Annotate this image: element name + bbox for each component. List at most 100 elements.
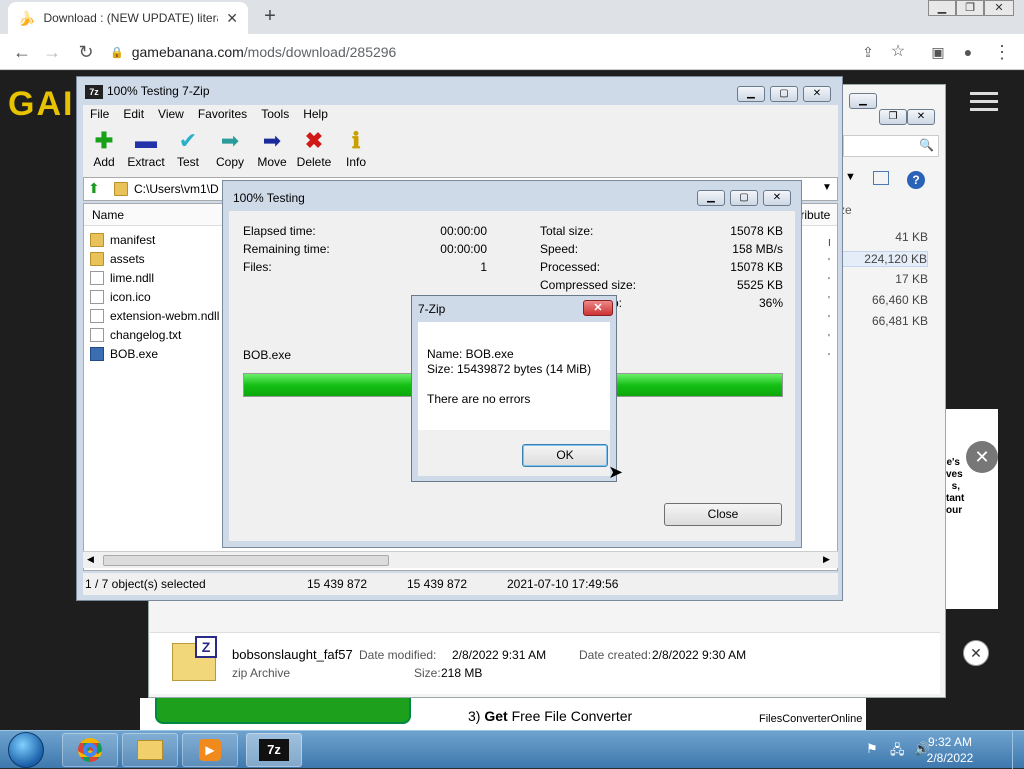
close-window-icon[interactable]: ✕ (984, 0, 1014, 16)
side-ad-line: e's (946, 457, 960, 468)
modified-value: 2/8/2022 9:31 AM (452, 648, 547, 662)
menu-view[interactable]: View (151, 105, 191, 123)
created-value: 2/8/2022 9:30 AM (652, 648, 747, 662)
preview-pane-icon[interactable] (873, 171, 889, 185)
chrome-logo-icon (78, 738, 102, 762)
hamburger-menu-icon[interactable] (970, 89, 998, 113)
network-icon[interactable]: 🖧 (890, 741, 905, 763)
explorer-close-icon[interactable]: ✕ (907, 109, 935, 125)
explorer-taskbar-icon[interactable] (122, 733, 178, 767)
message-box: 7-Zip ✕ Name: BOB.exe Size: 15439872 byt… (411, 295, 617, 482)
status-size: 15 439 872 (307, 577, 368, 591)
file-icon (90, 270, 104, 285)
file-icon (90, 308, 104, 323)
share-icon[interactable]: ⇪ (858, 42, 878, 62)
path-dropdown-icon[interactable]: ▼ (822, 182, 832, 193)
window-title: 100% Testing 7-Zip (107, 84, 210, 98)
file-size: 66,481 KB (871, 314, 928, 328)
zip-minimize-icon[interactable]: ▁ (737, 86, 765, 102)
explorer-size-column: 41 KB 224,120 KB 17 KB 66,460 KB 66,481 … (838, 200, 938, 620)
dialog-maximize-icon[interactable]: ▢ (730, 190, 758, 206)
list-item[interactable]: icon.ico (90, 287, 151, 306)
media-player-taskbar-icon[interactable]: ▶ (182, 733, 238, 767)
processed-value: 15078 KB (730, 260, 783, 274)
side-ad-line: tant (946, 493, 965, 504)
browser-tab[interactable]: 🍌 Download : (NEW UPDATE) litera ✕ (8, 2, 248, 34)
list-item[interactable]: BOB.exe (90, 344, 158, 363)
back-icon[interactable]: ← (12, 42, 32, 62)
menu-bar: File Edit View Favorites Tools Help (83, 105, 838, 125)
message-result: There are no errors (427, 392, 531, 406)
name-column-header[interactable]: Name (92, 208, 124, 222)
url-field[interactable]: 🔒 gamebanana.com/mods/download/285296 (110, 40, 830, 64)
view-dropdown-icon[interactable]: ▼ (845, 171, 856, 183)
elapsed-value: 00:00:00 (440, 224, 487, 238)
new-tab-button[interactable]: + (258, 4, 282, 28)
close-button[interactable]: Close (664, 503, 782, 526)
modified-label: Date modified: (359, 648, 437, 662)
explorer-restore-icon[interactable]: ❐ (879, 109, 907, 125)
menu-help[interactable]: Help (296, 105, 335, 123)
message-title: 7-Zip (418, 302, 446, 316)
files-value: 1 (480, 260, 487, 274)
zip-maximize-icon[interactable]: ▢ (770, 86, 798, 102)
scroll-left-icon[interactable]: ◀ (87, 554, 94, 565)
message-button-area: OK (418, 430, 610, 476)
green-download-ad-button[interactable] (155, 698, 411, 724)
menu-icon[interactable]: ⋮ (992, 42, 1012, 62)
overlay-close-icon[interactable]: ✕ (963, 640, 989, 666)
reload-icon[interactable]: ↻ (76, 42, 96, 62)
action-center-icon[interactable]: ⚑ (866, 741, 878, 757)
chrome-taskbar-icon[interactable] (62, 733, 118, 767)
list-item[interactable]: assets (90, 249, 145, 268)
side-ad-line: our (946, 505, 963, 516)
play-icon: ▶ (199, 739, 221, 761)
file-type: zip Archive (232, 666, 291, 680)
attributes-column-header[interactable]: tribute (797, 208, 830, 222)
close-tab-icon[interactable]: ✕ (226, 10, 238, 27)
message-size: Size: 15439872 bytes (14 MiB) (427, 362, 592, 376)
scroll-thumb[interactable] (103, 555, 389, 566)
ok-button[interactable]: OK (522, 444, 608, 467)
profile-icon[interactable]: ● (958, 42, 978, 62)
horizontal-scrollbar[interactable]: ◀ ▶ (83, 551, 838, 568)
dialog-minimize-icon[interactable]: ▁ (697, 190, 725, 206)
scroll-right-icon[interactable]: ▶ (823, 554, 830, 565)
clock[interactable]: 9:32 AM 2/8/2022 (920, 734, 980, 766)
clock-date: 2/8/2022 (926, 751, 974, 765)
explorer-search-input[interactable]: 🔍 (843, 135, 939, 157)
side-panel-icon[interactable]: ▣ (928, 42, 948, 62)
list-item[interactable]: lime.ndll (90, 268, 154, 287)
menu-tools[interactable]: Tools (254, 105, 296, 123)
sevenzip-taskbar-icon[interactable]: 7z (246, 733, 302, 767)
status-date: 2021-07-10 17:49:56 (507, 577, 619, 591)
message-close-icon[interactable]: ✕ (583, 300, 613, 316)
list-item[interactable]: extension-webm.ndll (90, 306, 219, 325)
menu-file[interactable]: File (83, 105, 116, 123)
dialog-close-icon[interactable]: ✕ (763, 190, 791, 206)
forward-icon[interactable]: → (42, 42, 62, 62)
restore-icon[interactable]: ❐ (956, 0, 984, 16)
list-item[interactable]: manifest (90, 230, 155, 249)
status-bar: 1 / 7 object(s) selected 15 439 872 15 4… (83, 573, 838, 595)
ad-step: 3) (468, 708, 481, 724)
zip-close-icon[interactable]: ✕ (803, 86, 831, 102)
menu-favorites[interactable]: Favorites (191, 105, 254, 123)
remaining-value: 00:00:00 (440, 242, 487, 256)
info-button[interactable]: ℹ Info (331, 127, 381, 169)
menu-edit[interactable]: Edit (116, 105, 151, 123)
exe-icon (90, 346, 104, 361)
toolbar: ✚ Add ▬ Extract ✔ Test ➡ Copy ➡ Move ✖ Delete … (83, 125, 838, 177)
speed-value: 158 MB/s (732, 242, 783, 256)
minimize-icon[interactable]: ▁ (928, 0, 956, 16)
list-item[interactable]: changelog.txt (90, 325, 181, 344)
compressed-value: 5525 KB (736, 278, 783, 292)
bookmark-star-icon[interactable]: ☆ (888, 42, 908, 62)
show-desktop-button[interactable] (1012, 731, 1024, 769)
help-icon[interactable]: ? (907, 171, 925, 189)
start-button-icon[interactable] (8, 732, 44, 768)
ad-close-icon[interactable]: ✕ (966, 441, 998, 473)
up-folder-icon[interactable]: ⬆ (88, 180, 100, 197)
folder-icon (90, 251, 104, 266)
explorer-minimize-icon[interactable]: ▁ (849, 93, 877, 109)
